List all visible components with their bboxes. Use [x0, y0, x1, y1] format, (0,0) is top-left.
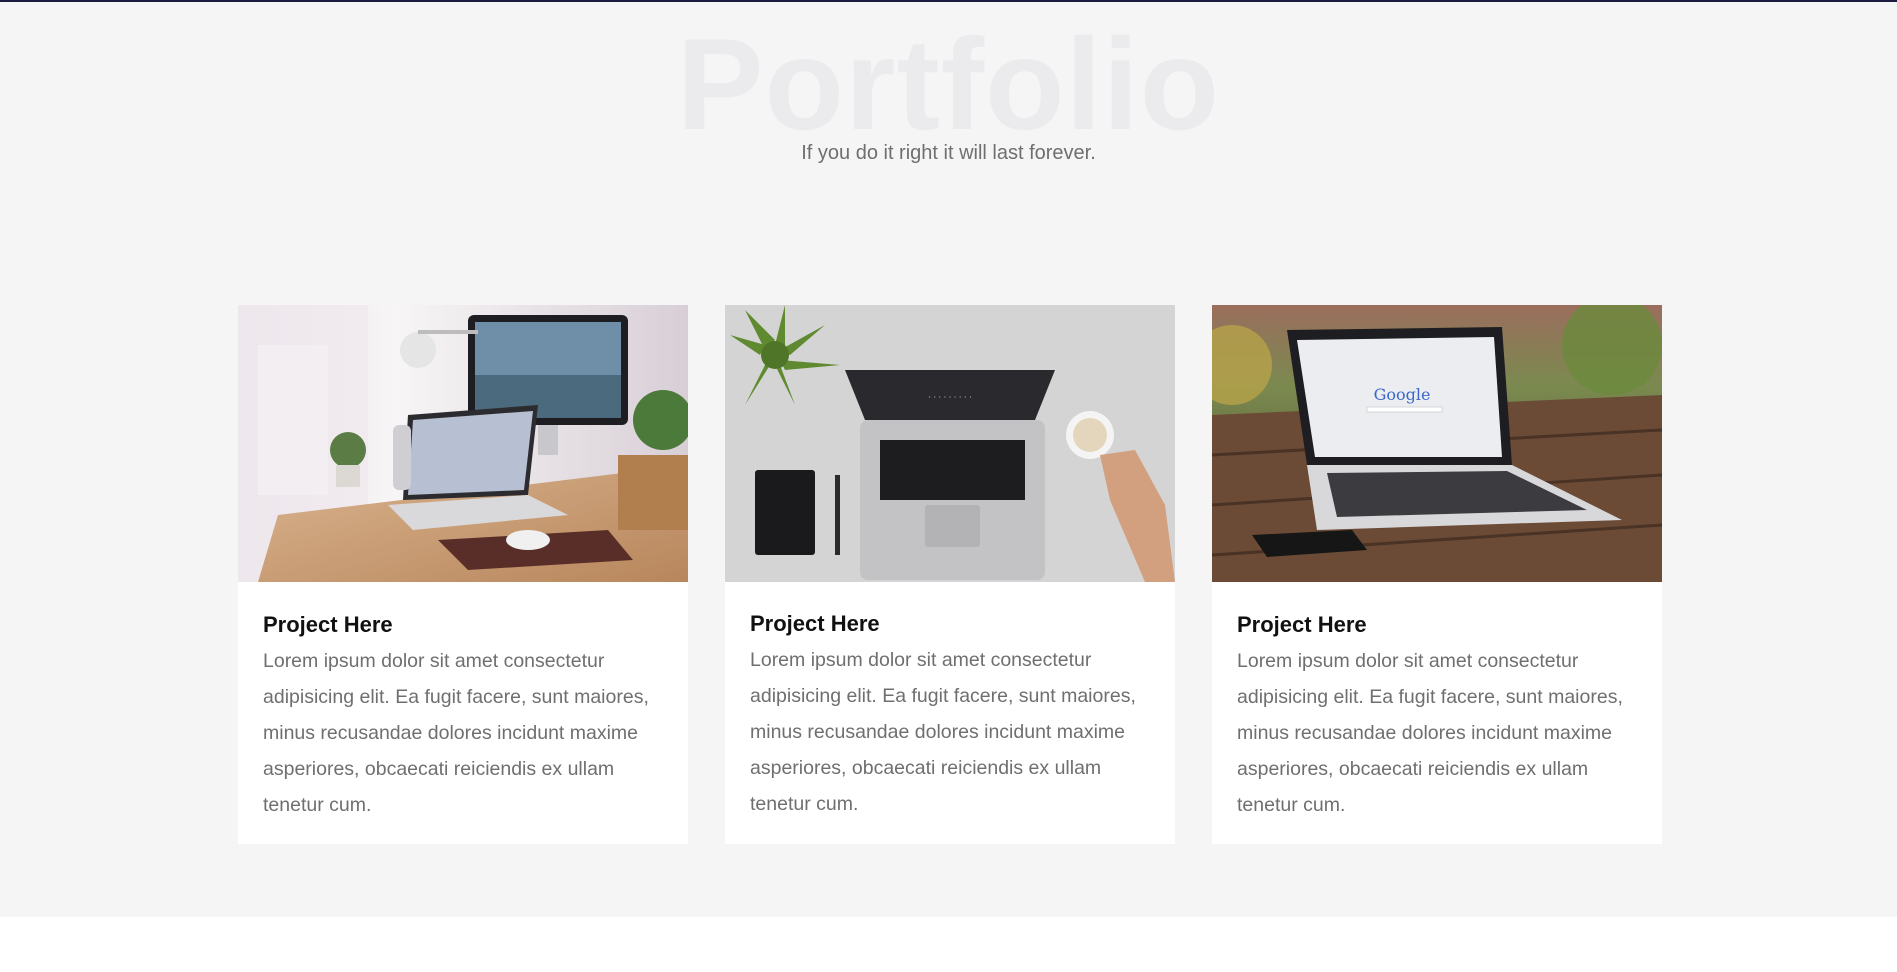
- project-description: Lorem ipsum dolor sit amet consectetur a…: [263, 650, 649, 816]
- section-watermark-title: Portfolio: [676, 11, 1221, 157]
- project-title: Project Here: [750, 611, 880, 636]
- project-image-desk-setup[interactable]: [238, 305, 688, 582]
- project-title: Project Here: [263, 612, 393, 637]
- project-description: Lorem ipsum dolor sit amet consectetur a…: [750, 649, 1136, 815]
- project-card[interactable]: Project Here Lorem ipsum dolor sit amet …: [238, 305, 688, 844]
- project-title: Project Here: [1237, 612, 1367, 637]
- project-description: Lorem ipsum dolor sit amet consectetur a…: [1237, 650, 1623, 816]
- google-logo-text: Google: [1374, 385, 1431, 404]
- project-card[interactable]: · · · · · · · · · Project Here Lorem ips…: [725, 305, 1175, 844]
- portfolio-section: Portfolio If you do it right it will las…: [0, 2, 1897, 917]
- svg-text:· · · · · · · · ·: · · · · · · · · ·: [928, 393, 971, 402]
- project-card[interactable]: Google Project Here Lorem ipsum dolor si…: [1212, 305, 1662, 844]
- section-subtitle: If you do it right it will last forever.: [801, 142, 1096, 164]
- project-image-laptop-top-view[interactable]: · · · · · · · · ·: [725, 305, 1175, 582]
- project-image-laptop-outdoor[interactable]: Google: [1212, 305, 1662, 582]
